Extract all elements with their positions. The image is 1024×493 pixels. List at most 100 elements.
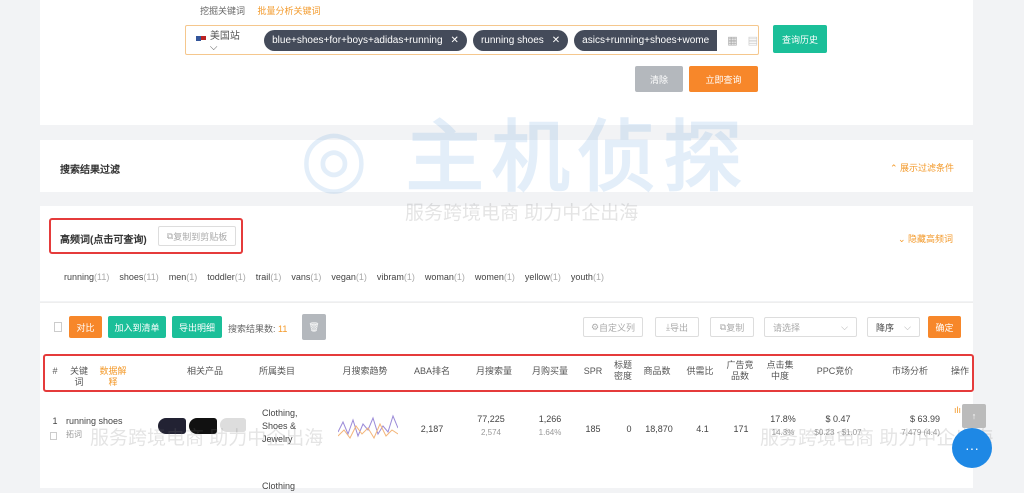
- keyword-chip[interactable]: asics+running+shoes+wome: [574, 29, 718, 51]
- freq-word[interactable]: vibram(1): [377, 272, 415, 282]
- count: (1): [186, 272, 198, 282]
- freq-word[interactable]: women(1): [475, 272, 515, 282]
- cell-search: 77,225 2,574: [470, 413, 512, 439]
- result-count: 搜索结果数: 11: [228, 322, 287, 335]
- column-header: 商品数: [643, 366, 671, 376]
- freq-title: 高频词(点击可查询): [60, 235, 147, 246]
- column-header: 相关产品: [186, 366, 223, 376]
- query-now-button[interactable]: 立即查询: [689, 66, 758, 92]
- confirm-button[interactable]: 确定: [928, 316, 961, 338]
- compare-button[interactable]: 对比: [69, 316, 102, 338]
- freq-word[interactable]: vans(1): [291, 272, 321, 282]
- sub-value: 1.64%: [538, 428, 562, 437]
- column-header: 市场分析: [891, 366, 928, 376]
- expand-link[interactable]: 拓词: [66, 428, 136, 441]
- sort-field-select[interactable]: 请选择 ⌵: [764, 317, 857, 337]
- select-all-checkbox[interactable]: [54, 322, 62, 332]
- column-header: 月搜索趋势: [342, 366, 388, 376]
- query-tabs: 挖掘关键词 批量分析关键词: [200, 4, 331, 17]
- value: 1,266: [538, 414, 562, 424]
- close-icon[interactable]: ✕: [451, 35, 459, 46]
- value: $ 0.47: [825, 414, 851, 424]
- hide-freq-toggle[interactable]: ⌄ 隐藏高频词: [898, 232, 953, 245]
- column-header: #: [52, 366, 58, 376]
- add-to-list-button[interactable]: 加入到清单: [108, 316, 166, 338]
- value: 2,187: [420, 424, 444, 434]
- freq-word[interactable]: shoes(11): [119, 272, 158, 282]
- column-header: 关键词: [69, 366, 88, 387]
- freq-word[interactable]: yellow(1): [525, 272, 561, 282]
- count: (1): [270, 272, 282, 282]
- count: (1): [403, 272, 415, 282]
- cell-aba: 2,187: [412, 423, 452, 436]
- copy-clipboard-button[interactable]: ⧉ 复制到剪贴板: [158, 226, 236, 246]
- keyword-chip[interactable]: blue+shoes+for+boys+adidas+running ✕: [264, 29, 467, 51]
- freq-word[interactable]: vegan(1): [331, 272, 367, 282]
- column-header: 标题密度: [613, 360, 632, 381]
- scroll-top-button[interactable]: ↑: [962, 404, 986, 428]
- shoe-image[interactable]: [158, 418, 186, 434]
- sub-value: 14.3%: [771, 428, 795, 437]
- word: women: [474, 272, 504, 282]
- cell-market: $ 63.99 7,479 (4.4): [880, 413, 940, 439]
- close-icon[interactable]: ✕: [552, 35, 560, 46]
- freq-word[interactable]: men(1): [169, 272, 198, 282]
- query-history-button[interactable]: 查询历史: [773, 25, 827, 53]
- cell-category: Clothing, Shoes & Jewelry: [262, 407, 312, 446]
- column-header: 所属类目: [258, 366, 295, 376]
- shoe-image[interactable]: [189, 418, 217, 434]
- count: (1): [592, 272, 604, 282]
- chat-button[interactable]: ···: [952, 428, 992, 468]
- copy-button[interactable]: ⧉ 复制: [710, 317, 754, 337]
- show-filter-toggle[interactable]: ⌃ 展示过滤条件: [890, 161, 954, 174]
- count: (1): [355, 272, 367, 282]
- site-select[interactable]: 美国站 ⌵: [210, 27, 246, 53]
- shoe-image[interactable]: [220, 418, 246, 432]
- cell-ratio: 4.1: [690, 423, 715, 436]
- column-header: SPR: [583, 366, 603, 376]
- value: 4.1: [696, 424, 709, 434]
- toggle-label: 隐藏高频词: [908, 234, 954, 244]
- export-detail-button[interactable]: 导出明细: [172, 316, 222, 338]
- count: (1): [549, 272, 561, 282]
- analysis-chart-icon[interactable]: ılı: [954, 405, 961, 415]
- count: (11): [143, 272, 159, 282]
- chip-label: asics+running+shoes+wome: [582, 34, 710, 46]
- count: (1): [234, 272, 246, 282]
- paste-icon[interactable]: ▤: [748, 34, 758, 47]
- chevron-down-icon: ⌵: [841, 321, 848, 332]
- query-card: [40, 0, 973, 125]
- freq-word[interactable]: youth(1): [571, 272, 604, 282]
- custom-columns-button[interactable]: ⚙ 自定义列: [583, 317, 643, 337]
- word: running: [64, 272, 95, 282]
- word: men: [168, 272, 187, 282]
- freq-word[interactable]: running(11): [64, 272, 109, 282]
- delete-button[interactable]: 🗑: [302, 314, 326, 340]
- tab-mine-keywords[interactable]: 挖掘关键词: [200, 6, 245, 16]
- grid-icon[interactable]: ▦: [727, 34, 737, 47]
- freq-word[interactable]: woman(1): [425, 272, 465, 282]
- cell-ppc: $ 0.47 $0.23 - $1.07: [810, 413, 866, 439]
- row-checkbox[interactable]: [50, 432, 57, 440]
- freq-word[interactable]: toddler(1): [207, 272, 246, 282]
- keyword-chip[interactable]: running shoes ✕: [472, 29, 569, 51]
- count: (1): [310, 272, 322, 282]
- copy-label: 复制到剪贴板: [173, 231, 228, 242]
- column-header: 点击集中度: [766, 360, 794, 381]
- us-flag-icon: [196, 36, 206, 44]
- value: 1: [52, 416, 58, 426]
- cell-keyword[interactable]: running shoes 拓词: [66, 415, 136, 441]
- cell-spr: 185: [582, 423, 604, 436]
- cell-buy: 1,266 1.64%: [530, 413, 570, 439]
- product-images[interactable]: [158, 418, 246, 434]
- tab-batch-analyze[interactable]: 批量分析关键词: [258, 6, 321, 16]
- freq-word[interactable]: trail(1): [256, 272, 282, 282]
- sort-order-select[interactable]: 降序 ⌵: [867, 317, 920, 337]
- trend-sparkline[interactable]: [338, 412, 398, 442]
- sub-value: 2,574: [480, 428, 502, 437]
- keyword-input[interactable]: 美国站 ⌵ blue+shoes+for+boys+adidas+running…: [185, 25, 759, 55]
- value: Clothing, Shoes & Jewelry: [262, 408, 298, 444]
- column-header[interactable]: 数据解释: [97, 366, 129, 388]
- export-button[interactable]: ⤓ 导出: [655, 317, 699, 337]
- clear-button[interactable]: 清除: [635, 66, 683, 92]
